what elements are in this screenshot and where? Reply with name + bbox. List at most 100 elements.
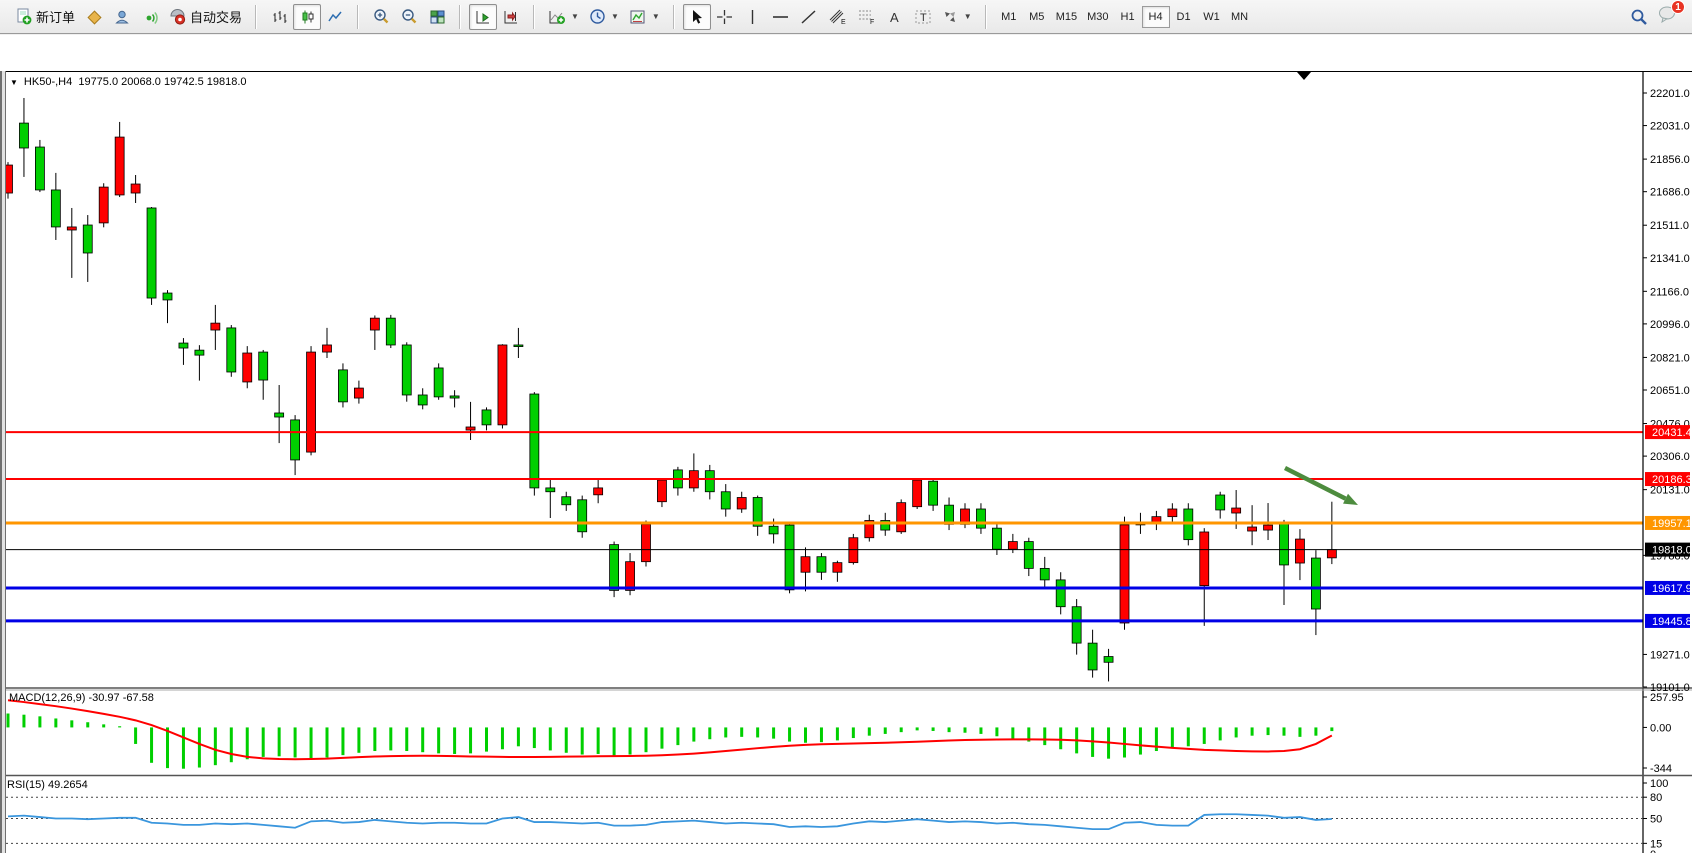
svg-text:21511.0: 21511.0 xyxy=(1650,220,1689,232)
profile-button[interactable] xyxy=(108,4,136,30)
svg-text:50: 50 xyxy=(1650,814,1662,826)
svg-text:21166.0: 21166.0 xyxy=(1650,286,1689,298)
tile-windows-icon xyxy=(429,9,446,25)
bar-chart-button[interactable] xyxy=(265,4,293,30)
price-badge: 19617.9 xyxy=(1645,581,1692,595)
price-badge: 19957.1 xyxy=(1645,516,1692,530)
svg-text:20431.4: 20431.4 xyxy=(1652,427,1692,439)
candlestick-chart-button[interactable] xyxy=(293,4,321,30)
crosshair-button[interactable] xyxy=(711,4,739,30)
tile-windows-button[interactable] xyxy=(423,4,451,30)
zoom-out-icon xyxy=(400,8,418,25)
arrows-icon xyxy=(942,9,959,25)
svg-text:19818.0: 19818.0 xyxy=(1652,545,1692,557)
macd-indicator-label: MACD(12,26,9) -30.97 -67.58 xyxy=(9,692,154,704)
cursor-button[interactable] xyxy=(683,4,711,30)
rsi-indicator-label: RSI(15) 49.2654 xyxy=(7,779,88,791)
horizontal-line-button[interactable] xyxy=(767,4,795,30)
chevron-down-icon: ▼ xyxy=(964,12,972,21)
zoom-in-button[interactable] xyxy=(367,4,395,30)
svg-text:19445.8: 19445.8 xyxy=(1652,616,1692,628)
arrows-button[interactable]: ▼ xyxy=(937,4,977,30)
text-label-icon: T xyxy=(914,9,932,25)
price-badge: 19445.8 xyxy=(1645,614,1692,628)
toolbar-separator xyxy=(985,5,987,29)
chart-title-text: HK50-,H4 19775.0 20068.0 19742.5 19818.0 xyxy=(24,76,247,88)
line-chart-button[interactable] xyxy=(321,4,349,30)
trendline-button[interactable] xyxy=(795,4,823,30)
svg-text:20651.0: 20651.0 xyxy=(1650,385,1690,397)
text-button[interactable]: A xyxy=(881,4,909,30)
indicators-icon xyxy=(548,9,566,25)
notification-badge: 1 xyxy=(1671,0,1685,14)
main-toolbar: 新订单 xyxy=(0,0,1692,34)
chevron-down-icon: ▼ xyxy=(571,12,579,21)
chart-window[interactable]: ▼ HK50-,H4 19775.0 20068.0 19742.5 19818.… xyxy=(0,35,1692,853)
auto-scroll-button[interactable] xyxy=(469,4,497,30)
svg-text:22201.0: 22201.0 xyxy=(1650,88,1690,100)
candlestick-chart-icon xyxy=(299,9,316,25)
svg-text:80: 80 xyxy=(1650,792,1662,804)
bar-chart-icon xyxy=(271,9,288,25)
periods-button[interactable]: ▼ xyxy=(584,4,624,30)
vertical-line-button[interactable] xyxy=(739,4,767,30)
svg-text:19271.0: 19271.0 xyxy=(1650,649,1690,661)
chart-shift-button[interactable] xyxy=(497,4,525,30)
signal-icon xyxy=(142,9,159,25)
tab-timeframe-D1[interactable]: D1 xyxy=(1170,6,1198,28)
svg-text:19957.1: 19957.1 xyxy=(1652,518,1692,530)
svg-text:0: 0 xyxy=(1650,849,1656,853)
auto-trading-button[interactable]: 自动交易 xyxy=(164,4,247,30)
svg-text:0.00: 0.00 xyxy=(1650,722,1671,734)
svg-text:22031.0: 22031.0 xyxy=(1650,121,1690,133)
mt4-terminal: { "toolbar": { "new_order_label": "新订单",… xyxy=(0,0,1692,853)
svg-text:21686.0: 21686.0 xyxy=(1650,187,1690,199)
new-order-label: 新订单 xyxy=(36,7,75,26)
tab-timeframe-M30[interactable]: M30 xyxy=(1082,6,1113,28)
indicators-button[interactable]: ▼ xyxy=(543,4,584,30)
templates-button[interactable]: ▼ xyxy=(624,4,665,30)
chart-canvas[interactable]: 22201.0 22031.0 21856.0 21686.0 21511.0 21341… xyxy=(0,71,1692,853)
tab-timeframe-M15[interactable]: M15 xyxy=(1051,6,1082,28)
text-letter: A xyxy=(890,10,899,25)
svg-text:20186.3: 20186.3 xyxy=(1652,474,1692,486)
crosshair-icon xyxy=(716,9,733,25)
chart-title: ▼ HK50-,H4 19775.0 20068.0 19742.5 19818.… xyxy=(10,76,247,88)
svg-text:-344: -344 xyxy=(1650,763,1672,775)
price-badge: 19818.0 xyxy=(1645,543,1692,557)
tab-timeframe-M5[interactable]: M5 xyxy=(1023,6,1051,28)
collapse-triangle-icon[interactable]: ▼ xyxy=(10,78,18,87)
tab-timeframe-M1[interactable]: M1 xyxy=(995,6,1023,28)
new-order-button[interactable]: 新订单 xyxy=(10,4,80,30)
toolbar-separator xyxy=(459,5,461,29)
svg-text:21341.0: 21341.0 xyxy=(1650,253,1690,265)
tab-timeframe-W1[interactable]: W1 xyxy=(1198,6,1226,28)
zoom-out-button[interactable] xyxy=(395,4,423,30)
price-badge: 20431.4 xyxy=(1645,425,1692,439)
equidistant-channel-button[interactable]: E xyxy=(823,4,852,30)
line-chart-icon xyxy=(327,9,344,25)
toolbar-separator xyxy=(357,5,359,29)
chat-button[interactable]: 1 xyxy=(1658,5,1678,28)
tab-timeframe-H4[interactable]: H4 xyxy=(1142,6,1170,28)
fibonacci-icon: F xyxy=(857,8,876,25)
vertical-line-icon xyxy=(746,9,759,25)
svg-text:20821.0: 20821.0 xyxy=(1650,352,1690,364)
search-icon[interactable] xyxy=(1630,8,1648,26)
market-watch-icon xyxy=(86,9,102,25)
svg-text:19617.9: 19617.9 xyxy=(1652,583,1692,595)
channel-letter: E xyxy=(841,19,846,25)
chart-left-edge xyxy=(0,71,6,853)
market-watch-button[interactable] xyxy=(80,4,108,30)
toolbar-separator xyxy=(673,5,675,29)
fibonacci-button[interactable]: F xyxy=(852,4,881,30)
price-badge: 20186.3 xyxy=(1645,472,1692,486)
svg-text:21856.0: 21856.0 xyxy=(1650,154,1690,166)
signal-button[interactable] xyxy=(136,4,164,30)
cursor-icon xyxy=(689,9,704,25)
auto-scroll-icon xyxy=(475,9,492,25)
tab-timeframe-H1[interactable]: H1 xyxy=(1114,6,1142,28)
tab-timeframe-MN[interactable]: MN xyxy=(1226,6,1254,28)
text-label-button[interactable]: T xyxy=(909,4,937,30)
templates-icon xyxy=(629,9,647,25)
